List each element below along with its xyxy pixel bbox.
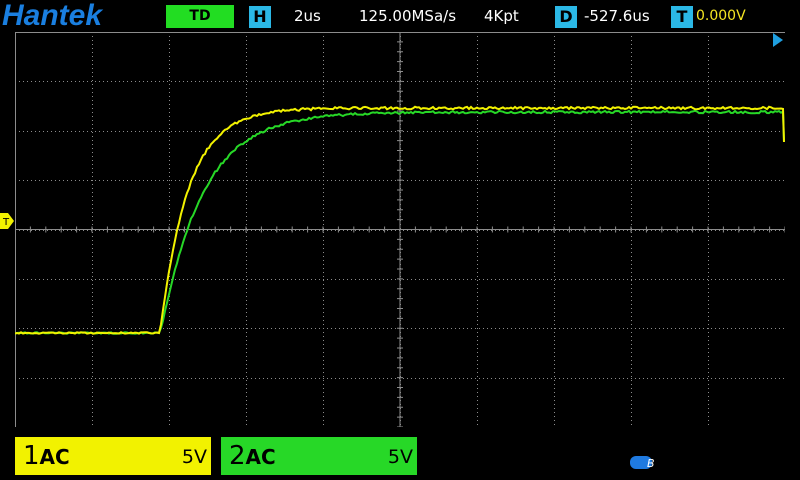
timebase-badge: H <box>249 6 271 28</box>
channel-2-label: 2AC <box>229 441 276 471</box>
trigger-level-value[interactable]: 0.000V <box>696 8 746 24</box>
channel-1-scale: 5V <box>182 446 207 468</box>
channel-2-coupling: AC <box>246 445 276 469</box>
channel-1-coupling: AC <box>40 445 70 469</box>
channel-1-info[interactable]: 1AC 5V <box>15 437 211 475</box>
timebase-value[interactable]: 2us <box>294 7 321 25</box>
channel-bar: 1AC 5V 2AC 5V B <box>0 434 800 480</box>
top-status-bar: Hantek TD H 2us 125.00MSa/s 4Kpt D -527.… <box>0 0 800 32</box>
status-glyph: B <box>647 457 655 470</box>
channel-2-number: 2 <box>229 441 246 471</box>
channel-1-label: 1AC <box>23 441 70 471</box>
waveform-display[interactable] <box>15 32 785 427</box>
bluetooth-icon: B <box>630 454 660 470</box>
channel-1-number: 1 <box>23 441 40 471</box>
delay-value[interactable]: -527.6us <box>584 7 650 25</box>
delay-badge: D <box>555 6 577 28</box>
trigger-level-marker[interactable]: T <box>0 213 14 229</box>
trigger-level-label: T <box>2 217 10 228</box>
memory-depth: 4Kpt <box>484 7 519 25</box>
sample-rate: 125.00MSa/s <box>359 7 456 25</box>
brand-logo: Hantek <box>2 0 102 33</box>
mode-indicator[interactable]: TD <box>166 5 234 28</box>
channel-2-info[interactable]: 2AC 5V <box>221 437 417 475</box>
trigger-badge: T <box>671 6 693 28</box>
channel-2-scale: 5V <box>388 446 413 468</box>
graticule <box>15 32 785 427</box>
